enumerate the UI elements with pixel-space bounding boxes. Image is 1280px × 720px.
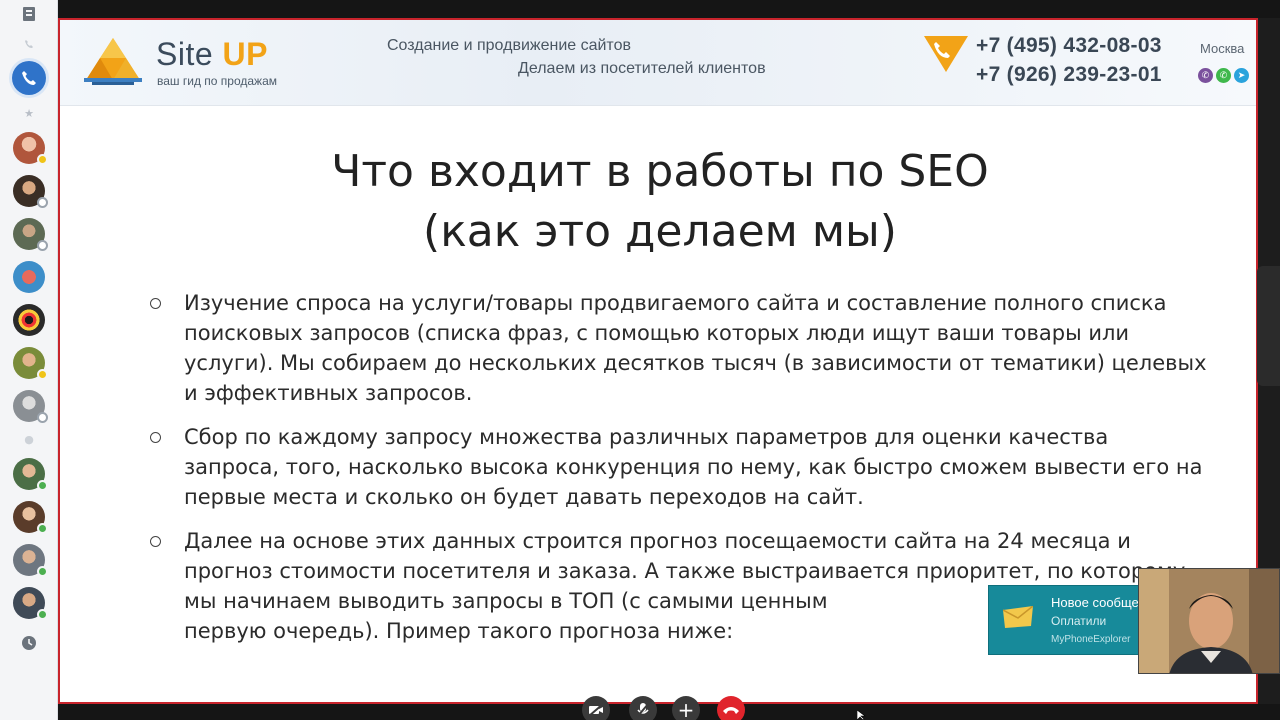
bullet-text: Изучение спроса на услуги/товары продвиг… [184, 291, 1207, 405]
logo-wordmark: Site UP [156, 36, 268, 73]
avatar[interactable] [13, 501, 48, 534]
phone-badge-icon [924, 36, 968, 72]
tagline-secondary: Делаем из посетителей клиентов [518, 60, 766, 77]
logo-subtitle: ваш гид по продажам [157, 74, 278, 88]
toast-message: Оплатили [1051, 614, 1107, 628]
hang-up-icon[interactable] [717, 696, 745, 720]
window-top-strip [58, 0, 1280, 18]
phone-number-primary: +7 (495) 432-08-03 [976, 34, 1162, 57]
avatar[interactable] [13, 458, 48, 491]
viber-icon: ✆ [1198, 68, 1213, 83]
slide-title-line-2: (как это делаем мы) [423, 206, 897, 257]
avatar[interactable] [13, 175, 48, 208]
call-log-icon[interactable] [21, 36, 37, 52]
message-envelope-icon [1003, 606, 1033, 628]
active-call-icon[interactable] [12, 61, 46, 95]
avatar[interactable] [13, 261, 45, 293]
slide-title-line-1: Что входит в работы по SEO [331, 146, 989, 197]
list-item: Сбор по каждому запросу множества различ… [148, 422, 1208, 512]
bullet-circle-icon [150, 432, 161, 443]
whatsapp-icon: ✆ [1216, 68, 1231, 83]
city-label: Москва [1200, 41, 1245, 56]
side-panel-handle[interactable] [1257, 266, 1280, 386]
add-participant-icon[interactable]: + [672, 696, 700, 720]
notification-toast[interactable]: Новое сообще Оплатили MyPhoneExplorer [988, 585, 1140, 655]
bullet-circle-icon [150, 536, 161, 547]
camera-off-icon[interactable] [582, 696, 610, 720]
avatar[interactable] [13, 304, 45, 336]
slide-title: Что входит в работы по SEO (как это дела… [60, 142, 1256, 262]
logo-icon [84, 38, 142, 85]
history-clock-icon[interactable] [21, 635, 37, 651]
avatar[interactable] [13, 132, 48, 165]
toast-app-name: MyPhoneExplorer [1051, 634, 1131, 645]
telegram-icon: ➤ [1234, 68, 1249, 83]
bullet-circle-icon [150, 298, 161, 309]
self-video-preview[interactable] [1138, 568, 1280, 674]
slide-header-banner: Site UP ваш гид по продажам Создание и п… [60, 20, 1256, 106]
call-controls-bar [58, 704, 1280, 720]
tagline-primary: Создание и продвижение сайтов [387, 37, 631, 54]
video-call-window: ★ ● Site UP ваш гид по продажам Создание… [0, 0, 1280, 720]
avatar[interactable] [13, 587, 48, 620]
phone-number-secondary: +7 (926) 239-23-01 [976, 63, 1162, 86]
microphone-off-icon[interactable] [629, 696, 657, 720]
presenter-video-frame [1139, 569, 1279, 673]
avatar[interactable] [13, 390, 48, 423]
avatar[interactable] [13, 544, 48, 577]
avatar[interactable] [13, 218, 48, 251]
logo-up-text: UP [222, 36, 268, 72]
contacts-sidebar: ★ ● [0, 0, 58, 720]
bullet-text: Сбор по каждому запросу множества различ… [184, 425, 1203, 509]
avatar[interactable] [13, 347, 48, 380]
group-divider-icon: ● [24, 432, 34, 446]
favorites-star-icon[interactable]: ★ [21, 105, 37, 121]
bullet-text-continued: первую очередь). Пример такого прогноза … [184, 619, 734, 643]
toast-title: Новое сообще [1051, 595, 1139, 610]
contacts-book-icon[interactable] [21, 6, 37, 22]
mouse-cursor-icon [857, 710, 866, 720]
list-item: Изучение спроса на услуги/товары продвиг… [148, 288, 1208, 408]
logo-site-text: Site [156, 36, 214, 72]
